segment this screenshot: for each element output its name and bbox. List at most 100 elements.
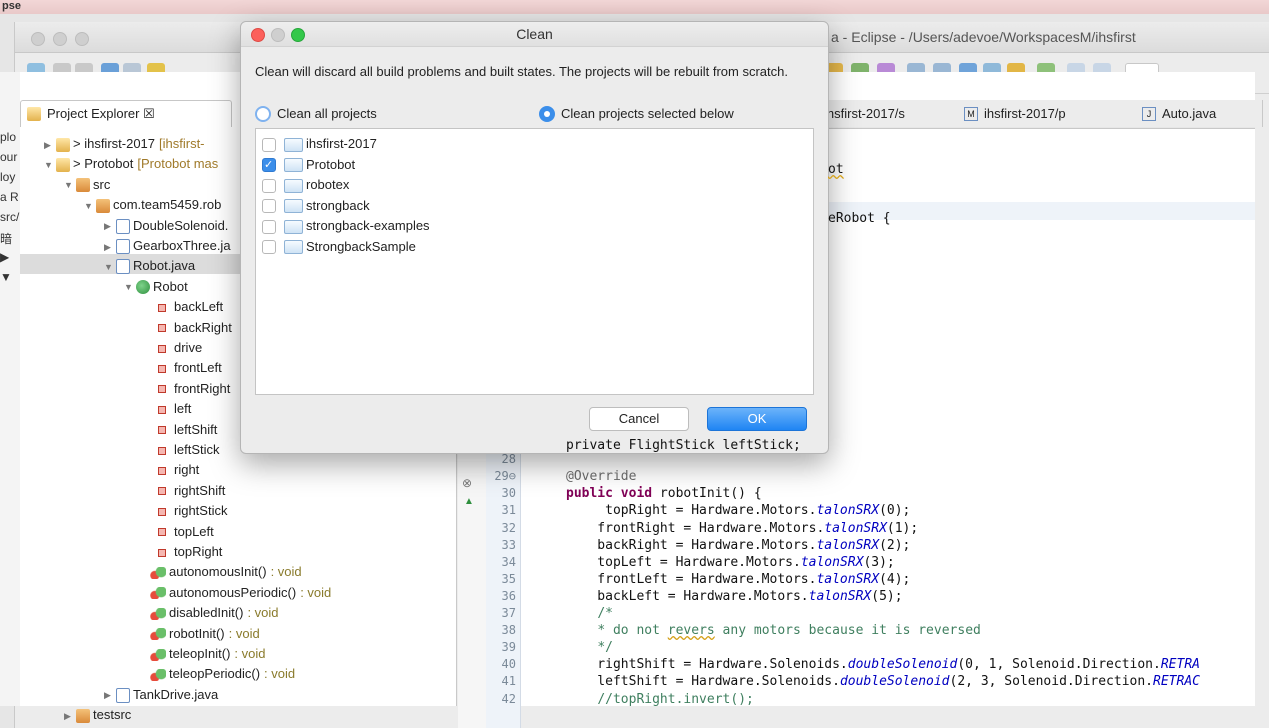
code-line[interactable]: @Override [566,469,636,484]
code-line[interactable]: frontRight = Hardware.Motors.talonSRX(1)… [566,521,918,536]
tree-row[interactable]: ▶ > ihsfirst-2017 [ihsfirst- [44,134,205,154]
code-line[interactable]: backRight = Hardware.Motors.talonSRX(2); [566,538,910,553]
project-checkbox[interactable] [262,199,276,214]
tree-row-method[interactable]: disabledInit(): void [150,603,279,623]
editor-tab-1[interactable]: ihsfirst-2017/s [816,100,965,127]
code-line[interactable]: topLeft = Hardware.Motors.talonSRX(3); [566,555,894,570]
project-checkbox[interactable] [262,137,276,152]
tree-row-field[interactable]: topRight [154,542,222,562]
tree-row-field[interactable]: backLeft [154,297,223,317]
editor-tab-3[interactable]: J Auto.java [1134,100,1263,127]
code-line-partial[interactable]: ot [828,162,844,177]
zoom-dialog-icon[interactable] [291,28,305,42]
line-number: 32 [501,520,516,535]
method-icon [150,628,166,641]
project-row[interactable]: StrongbackSample [262,237,416,257]
tree-twisty-icon[interactable]: ▶ [64,706,76,726]
clean-all-label[interactable]: Clean all projects [277,106,377,122]
tree-row[interactable]: ▼ Robot [124,277,188,297]
code-line[interactable]: frontLeft = Hardware.Motors.talonSRX(4); [566,572,910,587]
code-line-partial[interactable]: private FlightStick leftStick; [566,438,801,453]
tree-row[interactable]: ▼ Robot.java [104,256,195,276]
project-row[interactable]: ihsfirst-2017 [262,134,377,154]
zoom-window-icon[interactable] [75,32,89,46]
tree-row[interactable]: ▶ GearboxThree.ja [104,236,231,256]
ok-button[interactable]: OK [707,407,807,431]
private-field-icon [158,426,166,435]
project-checkbox[interactable] [262,155,276,175]
code-line[interactable]: */ [566,640,613,655]
code-line[interactable]: backLeft = Hardware.Motors.talonSRX(5); [566,589,902,604]
editor-tab-2[interactable]: Mihsfirst-2017/p [956,100,1135,127]
tree-row-method[interactable]: autonomousPeriodic(): void [150,583,331,603]
code-line[interactable]: //topRight.invert(); [566,692,754,707]
cancel-button[interactable]: Cancel [589,407,689,431]
app-menu-label[interactable]: pse [2,0,21,12]
tree-row-field[interactable]: drive [154,338,202,358]
tree-row[interactable]: ▼ com.team5459.rob [84,195,221,215]
folder-icon [284,137,303,152]
minimize-window-icon[interactable] [53,32,67,46]
project-row[interactable]: strongback-examples [262,216,430,236]
tree-row-field[interactable]: leftShift [154,420,217,440]
tree-twisty-icon[interactable]: ▶ [104,216,116,236]
tree-row-field[interactable]: topLeft [154,522,214,542]
implements-marker-icon[interactable]: ▲ [464,496,474,507]
editor-gutter[interactable]: ⊗ ▲ [458,450,487,728]
tree-twisty-icon[interactable]: ▼ [84,196,96,216]
code-line[interactable]: public void robotInit() { [566,486,762,501]
tree-row-field[interactable]: right [154,460,199,480]
java-file-icon [116,239,130,255]
tree-row-method[interactable]: autonomousInit(): void [150,562,302,582]
code-line[interactable]: * do not revers any motors because it is… [566,623,981,638]
project-checkbox[interactable] [262,178,276,193]
tree-row-field[interactable]: backRight [154,318,232,338]
project-row[interactable]: robotex [262,175,349,195]
method-label: robotInit() [169,625,225,641]
clean-selected-label[interactable]: Clean projects selected below [561,106,734,122]
override-marker-icon[interactable]: ⊗ [462,476,472,490]
private-field-icon [158,446,166,455]
tab-project-explorer[interactable]: Project Explorer ☒ [20,100,232,127]
clean-all-radio[interactable] [255,106,271,122]
tree-twisty-icon[interactable]: ▶ [44,135,56,155]
code-line[interactable]: topRight = Hardware.Motors.talonSRX(0); [566,503,910,518]
project-checkbox[interactable] [262,240,276,255]
tree-twisty-icon[interactable]: ▶ [104,685,116,705]
code-line-partial[interactable]: eRobot { [828,211,891,226]
tree-row[interactable]: ▼ > Protobot [Protobot mas [44,154,218,174]
tree-row-field[interactable]: rightStick [154,501,227,521]
tree-row-field[interactable]: left [154,399,191,419]
tree-row-field[interactable]: leftStick [154,440,220,460]
private-field-icon [158,364,166,373]
tree-row-method[interactable]: teleopPeriodic(): void [150,664,295,684]
tree-twisty-icon[interactable]: ▼ [104,257,116,277]
private-field-icon [158,528,166,537]
left-strip-label: 暗 [0,232,13,246]
clean-selected-radio[interactable] [539,106,555,122]
code-line[interactable]: rightShift = Hardware.Solenoids.doubleSo… [566,657,1200,672]
project-checkbox[interactable] [262,219,276,234]
tree-row[interactable]: ▼ src [64,175,110,195]
code-line[interactable]: leftShift = Hardware.Solenoids.doubleSol… [566,674,1200,689]
tree-row[interactable]: ▶ DoubleSolenoid. [104,216,228,236]
tree-row-method[interactable]: teleopInit(): void [150,644,266,664]
project-row[interactable]: Protobot [262,155,355,175]
tree-twisty-icon[interactable]: ▼ [124,277,136,297]
tree-row-field[interactable]: frontRight [154,379,230,399]
line-number: 36 [501,588,516,603]
tree-twisty-icon[interactable]: ▼ [64,175,76,195]
code-line[interactable]: /* [566,606,613,621]
tree-row[interactable]: ▶ testsrc [64,705,131,725]
close-dialog-icon[interactable] [251,28,265,42]
close-window-icon[interactable] [31,32,45,46]
left-strip-label: ▶ [0,250,10,264]
tree-twisty-icon[interactable]: ▶ [104,237,116,257]
left-strip-label: ▼ [0,270,12,284]
tree-row-field[interactable]: rightShift [154,481,225,501]
tree-twisty-icon[interactable]: ▼ [44,155,56,175]
tree-row[interactable]: ▶ TankDrive.java [104,685,218,705]
project-row[interactable]: strongback [262,196,370,216]
tree-row-method[interactable]: robotInit(): void [150,624,260,644]
tree-row-field[interactable]: frontLeft [154,358,222,378]
